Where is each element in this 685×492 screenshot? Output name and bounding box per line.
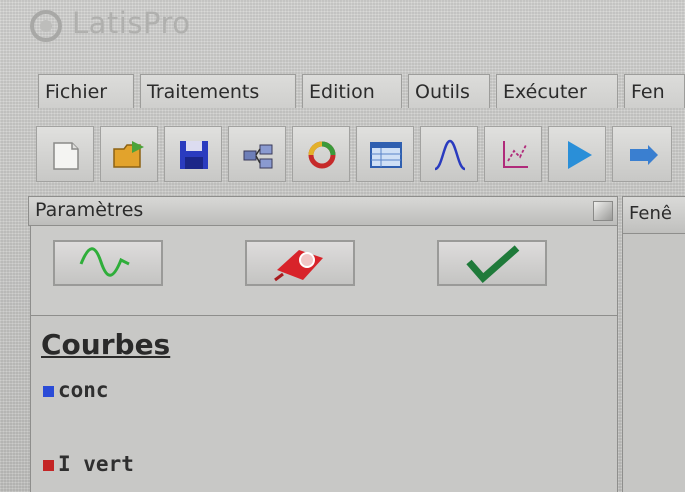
curve-icon [434,139,466,171]
color-wheel-icon [308,141,336,169]
eraser-icon [274,250,323,282]
validate-button[interactable] [437,240,547,286]
menu-outils[interactable]: Outils [408,74,490,108]
color-wheel-button[interactable] [292,126,350,182]
menu-executer[interactable]: Exécuter [496,74,618,108]
eraser-button[interactable] [245,240,355,286]
open-folder-icon [113,141,144,168]
menu-fichier[interactable]: Fichier [38,74,134,108]
save-button[interactable] [164,126,222,182]
app-logo-icon [30,10,62,42]
table-window-button[interactable] [356,126,414,182]
open-button[interactable] [100,126,158,182]
curve-label: I vert [58,452,134,476]
graph-window-tab[interactable]: Fenê [622,196,685,234]
title-bar: LatisPro [0,0,685,60]
run-button[interactable] [548,126,606,182]
curve-label: conc [58,378,109,402]
graph-window: Fenê [622,196,685,492]
axes-button[interactable] [484,126,542,182]
app-title: LatisPro [72,6,191,40]
curve-color-swatch [43,459,54,471]
menu-bar: Fichier Traitements Edition Outils Exécu… [28,70,685,110]
curve-item-i-vert[interactable]: I vert [43,452,134,476]
save-icon [180,141,208,169]
play-icon [568,141,592,169]
curve-item-conc[interactable]: conc [43,378,109,402]
checkmark-icon [466,245,520,283]
new-document-icon [53,142,79,170]
curve-color-swatch [43,385,54,397]
signal-button[interactable] [53,240,163,286]
network-icon [243,144,273,169]
curves-title: Courbes [41,328,171,361]
axes-icon [503,141,528,168]
network-button[interactable] [228,126,286,182]
table-window-icon [370,142,402,168]
panel-resize-handle[interactable] [593,201,613,221]
menu-edition[interactable]: Edition [302,74,402,108]
arrow-button[interactable] [612,126,672,182]
curve-button[interactable] [420,126,478,182]
sine-wave-icon [79,247,130,277]
parameters-panel [30,226,618,316]
new-document-button[interactable] [36,126,94,182]
toolbar [28,122,685,188]
arrow-icon [630,145,658,165]
parameters-title: Paramètres [35,199,144,221]
curves-panel: Courbes conc I vert [30,316,618,492]
parameters-header: Paramètres [28,196,618,226]
graph-window-body[interactable] [622,234,685,492]
menu-traitements[interactable]: Traitements [140,74,296,108]
menu-fenetre[interactable]: Fen [624,74,685,108]
